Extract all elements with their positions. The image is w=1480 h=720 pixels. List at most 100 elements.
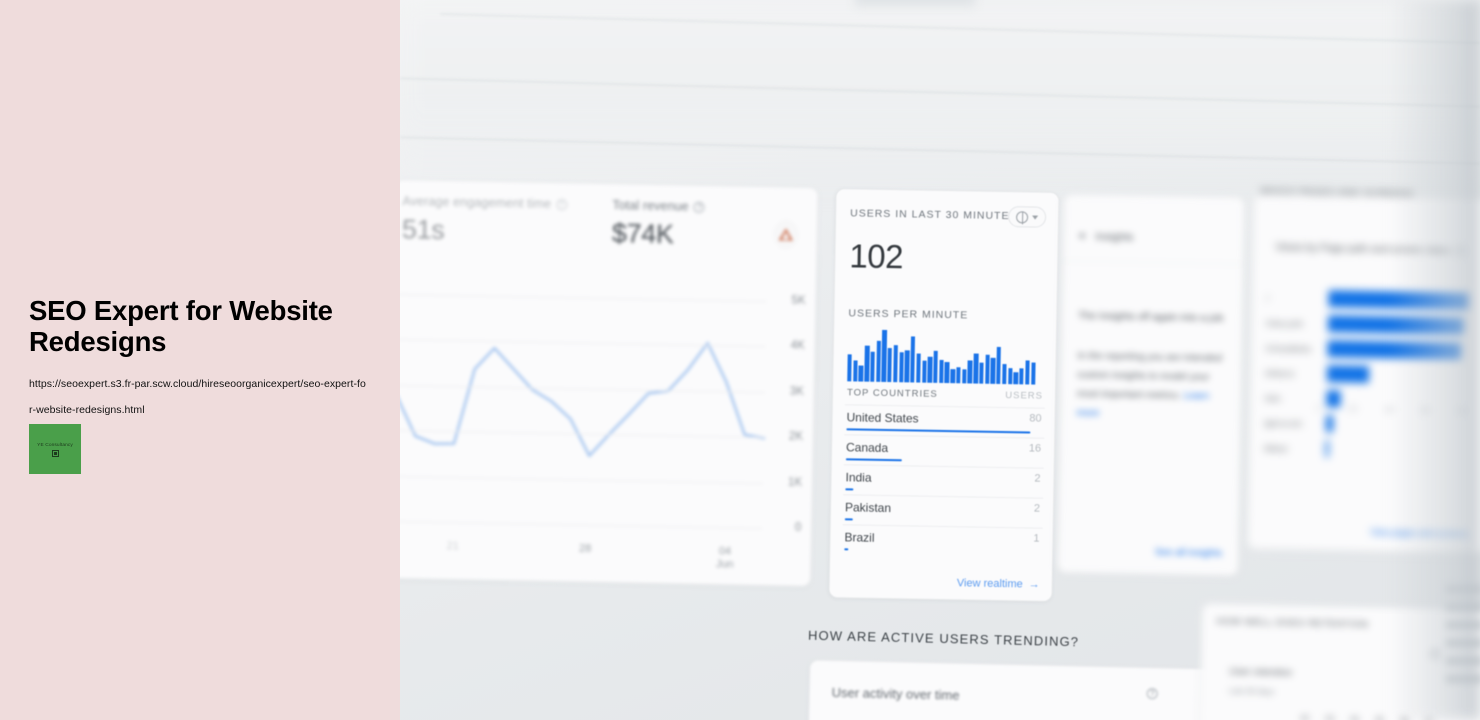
retention-axis-tick: 02 — [1300, 713, 1310, 720]
brand-logo: YE Consultancy — [29, 424, 81, 474]
country-name: Brazil — [844, 530, 875, 545]
x-axis-tick: 28 — [578, 542, 592, 555]
country-row[interactable]: Canada 16 — [843, 434, 1045, 468]
page-bar — [1326, 365, 1370, 383]
country-bar — [846, 428, 1031, 434]
country-name: Pakistan — [844, 500, 892, 516]
country-users: 2 — [1034, 472, 1041, 485]
metric-revenue-label-text: Total revenue — [612, 198, 689, 214]
country-selector[interactable] — [1007, 206, 1047, 228]
top-countries-table: TOP COUNTRIES USERS United States 80 Canad… — [842, 387, 1045, 558]
page-axis-tick: 0 — [1316, 403, 1321, 414]
insights-footer-link[interactable]: See all insights — [1155, 547, 1222, 559]
revenue-line — [400, 341, 766, 458]
realtime-card: USERS IN LAST 30 MINUTES 102 USERS PER M… — [828, 188, 1060, 602]
spark-bar — [1030, 362, 1036, 385]
y-axis-tick: 2K — [788, 430, 804, 444]
country-bar — [844, 518, 853, 521]
retention-kicker: HOW WELL DOES RETENTION — [1216, 616, 1369, 631]
chevron-down-icon — [1032, 215, 1039, 220]
spark-bar — [944, 362, 950, 384]
help-icon[interactable]: ? — [1146, 688, 1158, 700]
y-axis-tick: 3K — [789, 385, 804, 398]
view-realtime-link[interactable]: View realtime → — [957, 577, 1040, 590]
users-per-minute-chart — [847, 329, 1036, 385]
users-per-minute-label: USERS PER MINUTE — [848, 307, 969, 322]
section-header-trending: HOW ARE ACTIVE USERS TRENDING? — [807, 627, 1080, 650]
metric-row: Average engagement time ? 51s Total reve… — [400, 194, 818, 274]
page-bar-label: /seo — [1264, 392, 1281, 403]
spark-bar — [979, 362, 984, 384]
photo-haze-top — [400, 0, 1480, 200]
spark-bar — [910, 336, 916, 383]
spark-bar — [904, 350, 910, 383]
y-axis-tick: 5K — [791, 294, 806, 307]
spark-bar — [1013, 371, 1019, 385]
country-users: 80 — [1029, 412, 1042, 425]
spark-bar — [1024, 360, 1030, 385]
insights-body: In the reporting you are intended custom… — [1076, 347, 1229, 426]
retention-subtitle: Last 30 days — [1228, 686, 1275, 697]
arrow-right-icon: → — [1028, 578, 1040, 591]
spark-bar — [938, 360, 944, 383]
page-url[interactable]: https://seoexpert.s3.fr-par.scw.cloud/hi… — [29, 372, 369, 423]
metric-revenue-value: $74K — [611, 218, 675, 250]
page-bar-label: / — [1266, 292, 1269, 303]
country-bar — [845, 458, 902, 462]
spark-bar — [973, 353, 979, 384]
help-icon[interactable]: ? — [556, 198, 568, 210]
metric-engagement: Average engagement time ? 51s — [402, 194, 568, 248]
spark-bar — [996, 346, 1002, 384]
spark-bar — [967, 360, 973, 384]
country-name: India — [845, 470, 872, 485]
spark-bar — [847, 354, 853, 382]
help-icon[interactable]: ? — [693, 201, 705, 213]
country-users: 1 — [1033, 532, 1040, 545]
realtime-users-value: 102 — [849, 237, 904, 276]
country-row[interactable]: Brazil 1 — [842, 524, 1043, 558]
country-bar — [845, 488, 854, 491]
globe-icon — [1016, 210, 1029, 223]
spark-bar — [950, 369, 956, 384]
user-activity-title: User activity over time — [831, 684, 960, 703]
view-realtime-label: View realtime — [956, 577, 1023, 591]
spark-bar — [927, 356, 933, 383]
spark-bar — [1007, 368, 1013, 385]
insights-header-label: Insights — [1095, 231, 1134, 244]
country-users: 16 — [1028, 442, 1042, 455]
page-bar-label: /get-in-tch — [1263, 417, 1302, 429]
country-row[interactable]: India 2 — [843, 464, 1044, 498]
y-axis-tick: 1K — [787, 476, 803, 489]
photo-right-edge — [1390, 0, 1480, 720]
spark-bar — [921, 360, 927, 383]
spark-bar — [898, 352, 904, 383]
warning-triangle-icon — [779, 228, 793, 240]
retention-axis-tick: 03 — [1325, 714, 1335, 720]
country-bar — [844, 548, 849, 551]
spark-bar — [984, 354, 990, 384]
metrics-card: Average engagement time ? 51s Total reve… — [400, 178, 819, 588]
page-title: SEO Expert for Website Redesigns — [29, 295, 333, 357]
spark-bar — [875, 341, 881, 382]
retention-title: User retention — [1229, 666, 1293, 679]
y-axis-tick: 0 — [794, 521, 802, 534]
x-axis-tick: 04 Jun — [715, 545, 734, 571]
metric-revenue-label: Total revenue ? — [612, 198, 705, 214]
top-countries-rows: United States 80 Canada 16 India 2 Pakistan 2 Br… — [842, 404, 1045, 558]
users-column-label: USERS — [1005, 390, 1044, 402]
retention-axis-tick: 05 — [1375, 716, 1384, 720]
spark-bar — [858, 365, 864, 382]
page-bar-label: /new-york — [1265, 317, 1303, 329]
spark-bar — [961, 369, 967, 384]
country-row[interactable]: United States 80 — [844, 404, 1045, 438]
page-bar — [1325, 440, 1329, 458]
spark-bar — [990, 357, 996, 384]
spark-bar — [1019, 368, 1024, 385]
page-bar — [1325, 415, 1334, 433]
photo-top-tab — [855, 0, 975, 6]
country-row[interactable]: Pakistan 2 — [842, 494, 1044, 528]
sparkle-icon: ✦ — [1077, 230, 1087, 243]
warning-badge[interactable] — [772, 219, 800, 250]
spark-bar — [887, 347, 893, 383]
insights-header: ✦ Insights — [1077, 230, 1134, 244]
